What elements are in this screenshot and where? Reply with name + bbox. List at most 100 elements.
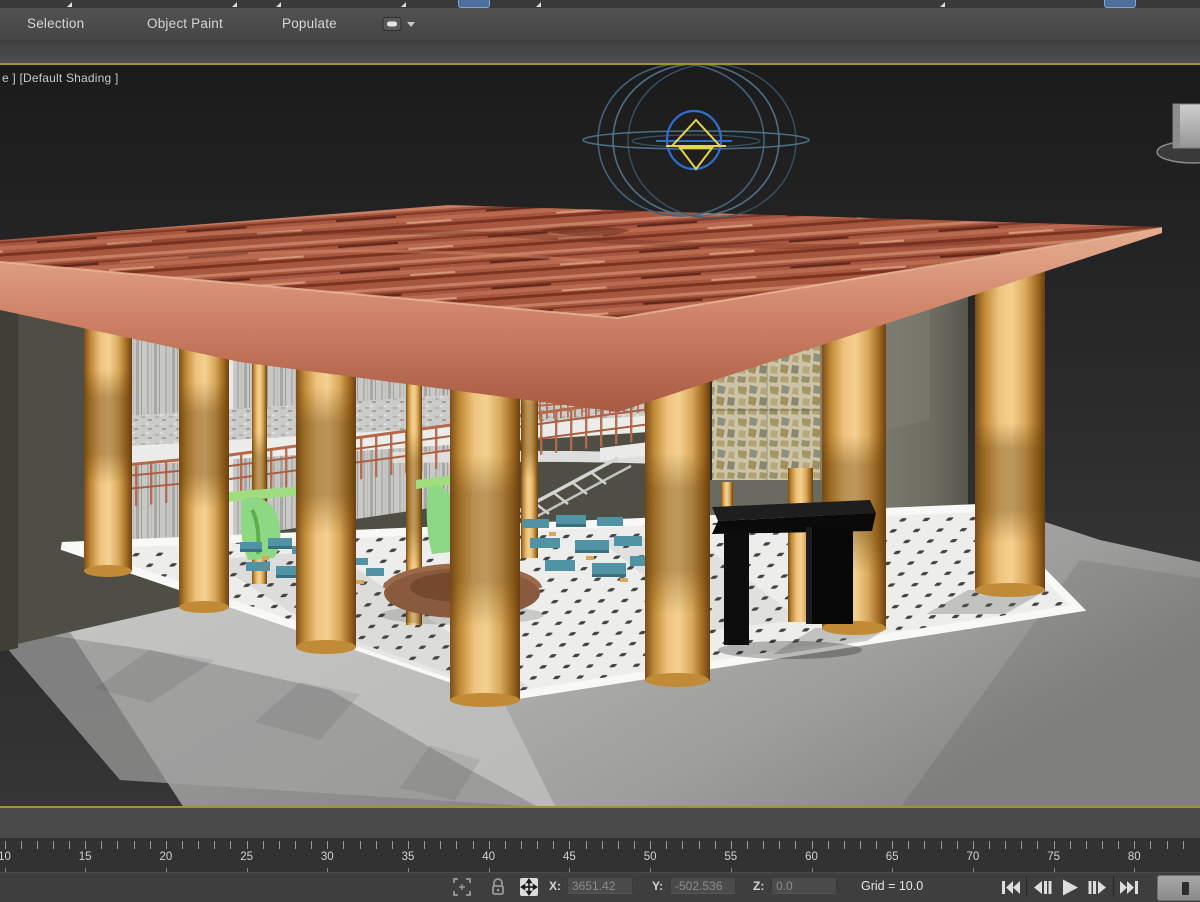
frame-tick — [763, 841, 764, 849]
frame-tick — [327, 841, 328, 849]
frame-tick — [440, 841, 441, 849]
frame-tick — [908, 841, 909, 849]
frame-tick — [1086, 841, 1087, 849]
flyout-arrow-icon — [940, 2, 945, 7]
frame-tick — [779, 841, 780, 849]
perspective-viewport[interactable]: e ] [Default Shading ] — [0, 63, 1200, 808]
frame-number-label: 35 — [402, 851, 415, 863]
frame-tick — [198, 841, 199, 849]
frame-tick — [53, 841, 54, 849]
frame-tick — [5, 841, 6, 849]
frame-tick — [844, 841, 845, 849]
frame-tick — [828, 841, 829, 849]
frame-tick — [941, 841, 942, 849]
frame-tick — [569, 841, 570, 849]
flyout-arrow-icon — [67, 2, 72, 7]
frame-number-label: 45 — [563, 851, 576, 863]
frame-tick — [860, 841, 861, 849]
status-bar: X: 3651.42 Y: -502.536 Z: 0.0 Grid = 10.… — [0, 872, 1200, 901]
track-bar[interactable]: 101520253035404550556065707580 — [0, 838, 1200, 872]
frame-tick — [666, 841, 667, 849]
frame-tick — [101, 841, 102, 849]
key-mode-toggle-button[interactable] — [1157, 875, 1200, 901]
selection-lock-icon[interactable] — [488, 877, 508, 897]
key-mode-icon — [1182, 882, 1189, 895]
frame-tick — [505, 841, 506, 849]
toolbar-button-active[interactable] — [458, 0, 490, 8]
tab-selection[interactable]: Selection — [27, 8, 84, 40]
go-to-start-button[interactable] — [997, 875, 1025, 899]
frame-tick — [553, 841, 554, 849]
frame-tick — [1070, 841, 1071, 849]
frame-tick — [392, 841, 393, 849]
previous-frame-button[interactable] — [1028, 875, 1056, 899]
frame-number-label: 60 — [805, 851, 818, 863]
frame-tick — [989, 841, 990, 849]
frame-tick — [489, 841, 490, 849]
grid-size-readout: Grid = 10.0 — [861, 879, 923, 893]
play-button[interactable] — [1056, 875, 1084, 899]
ribbon-overflow-icon[interactable] — [382, 16, 416, 32]
frame-tick — [166, 841, 167, 849]
x-coord-field[interactable]: 3651.42 — [567, 877, 633, 894]
toolbar-button-active[interactable] — [1104, 0, 1136, 8]
frame-number-label: 30 — [321, 851, 334, 863]
y-coord-field[interactable]: -502.536 — [670, 877, 736, 894]
frame-tick — [973, 841, 974, 849]
ribbon-body-collapsed — [0, 40, 1200, 63]
frame-tick — [537, 841, 538, 849]
frame-number-label: 20 — [159, 851, 172, 863]
frame-number-label: 55 — [724, 851, 737, 863]
scene-canvas[interactable] — [0, 65, 1200, 806]
frame-tick — [521, 841, 522, 849]
frame-tick — [650, 841, 651, 849]
frame-tick — [247, 841, 248, 849]
frame-tick — [214, 841, 215, 849]
frame-tick — [812, 841, 813, 849]
frame-tick — [747, 841, 748, 849]
frame-tick — [1005, 841, 1006, 849]
frame-tick — [117, 841, 118, 849]
frame-tick — [1021, 841, 1022, 849]
flyout-arrow-icon — [276, 2, 281, 7]
go-to-end-button[interactable] — [1115, 875, 1143, 899]
frame-tick — [924, 841, 925, 849]
frame-tick — [360, 841, 361, 849]
frame-tick — [424, 841, 425, 849]
frame-tick — [85, 841, 86, 849]
isolate-selection-icon[interactable] — [452, 877, 472, 897]
frame-tick — [69, 841, 70, 849]
frame-number-label: 10 — [0, 851, 11, 863]
frame-tick — [731, 841, 732, 849]
next-frame-button[interactable] — [1084, 875, 1112, 899]
frame-tick — [795, 841, 796, 849]
frame-tick — [21, 841, 22, 849]
left-exterior-wall — [0, 265, 18, 652]
frame-tick — [1037, 841, 1038, 849]
frame-tick — [376, 841, 377, 849]
frame-tick — [1134, 841, 1135, 849]
frame-tick — [682, 841, 683, 849]
frame-tick — [456, 841, 457, 849]
flyout-arrow-icon — [536, 2, 541, 7]
frame-tick — [1102, 841, 1103, 849]
frame-tick — [1167, 841, 1168, 849]
time-slider-track[interactable] — [0, 808, 1200, 839]
frame-tick — [876, 841, 877, 849]
frame-tick — [957, 841, 958, 849]
frame-number-label: 70 — [966, 851, 979, 863]
frame-tick — [279, 841, 280, 849]
z-coord-label: Z: — [753, 879, 764, 893]
viewport-shading-label[interactable]: e ] [Default Shading ] — [2, 71, 118, 85]
tab-object-paint[interactable]: Object Paint — [147, 8, 223, 40]
frame-tick — [715, 841, 716, 849]
frame-tick — [618, 841, 619, 849]
frame-tick — [1054, 841, 1055, 849]
frame-tick — [182, 841, 183, 849]
z-coord-field[interactable]: 0.0 — [771, 877, 837, 894]
y-coord-label: Y: — [652, 879, 663, 893]
frame-number-label: 75 — [1047, 851, 1060, 863]
frame-tick — [699, 841, 700, 849]
absolute-mode-transform-icon[interactable] — [519, 877, 539, 897]
tab-populate[interactable]: Populate — [282, 8, 337, 40]
